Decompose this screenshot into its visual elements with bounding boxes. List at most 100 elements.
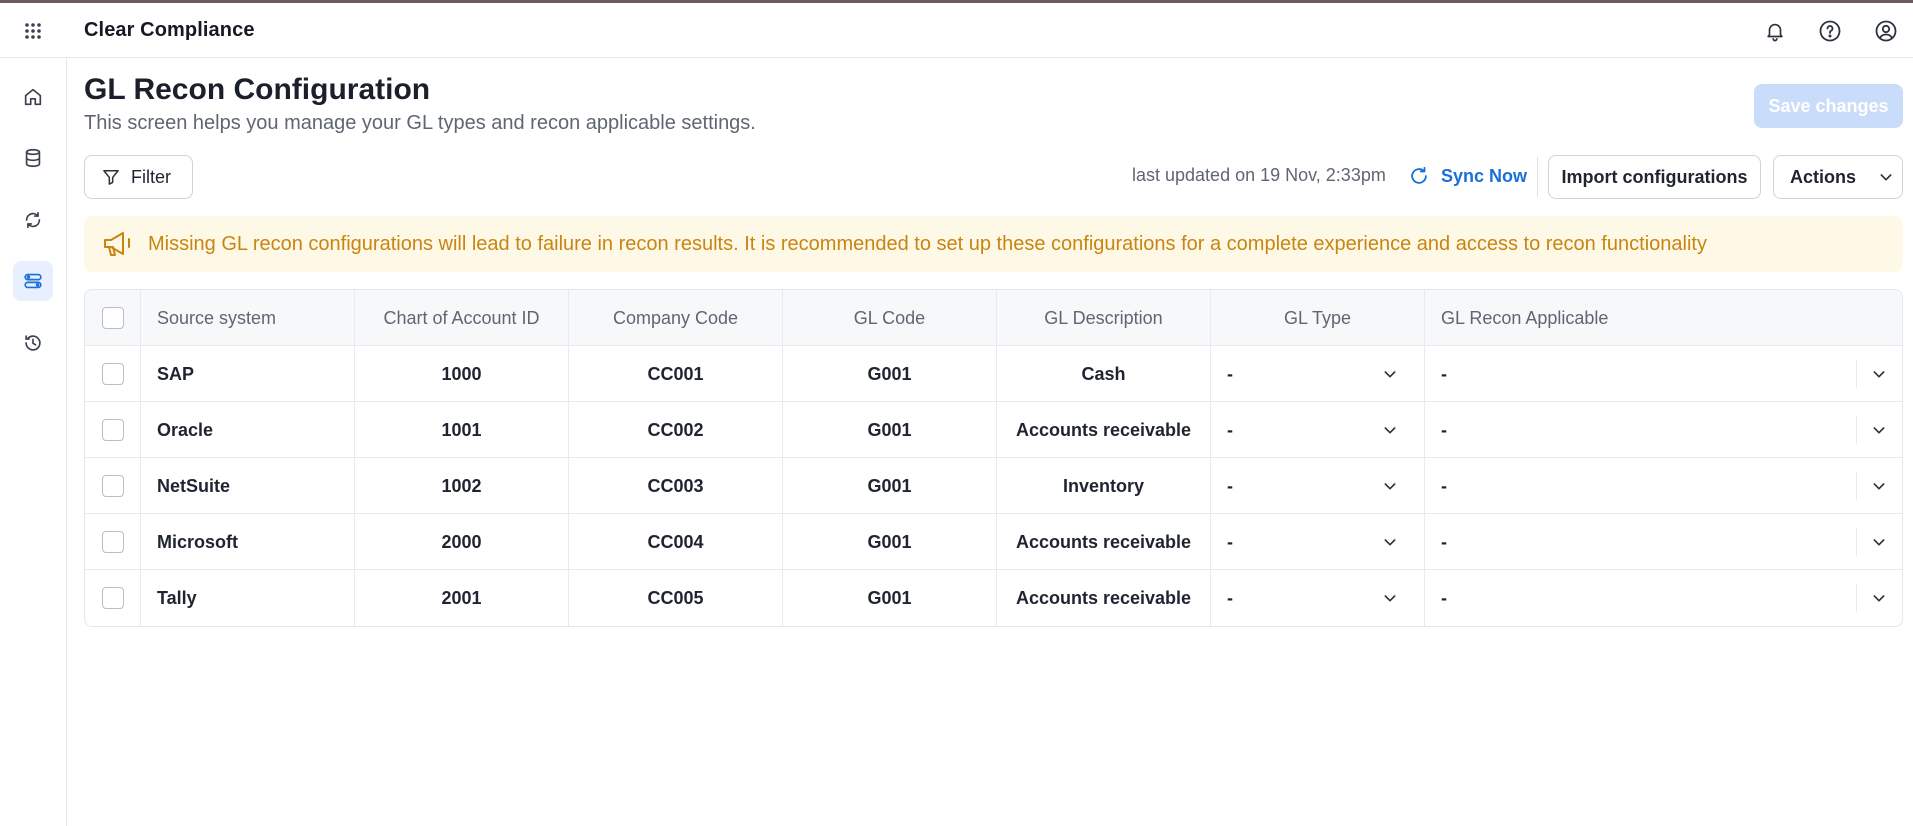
gl-recon-applicable-select[interactable]: - xyxy=(1425,570,1902,626)
user-icon[interactable] xyxy=(1873,18,1899,44)
gl-type-select[interactable]: - xyxy=(1211,570,1425,626)
table-row: Oracle 1001 CC002 G001 Accounts receivable - - xyxy=(85,402,1902,458)
gl-type-select[interactable]: - xyxy=(1211,402,1425,458)
table-row: Tally 2001 CC005 G001 Accounts receivable - - xyxy=(85,570,1902,626)
bell-icon[interactable] xyxy=(1762,18,1788,44)
gl-code-cell: G001 xyxy=(783,458,997,514)
gl-type-select[interactable]: - xyxy=(1211,514,1425,570)
row-checkbox[interactable] xyxy=(101,531,124,553)
source-system-cell: Oracle xyxy=(141,402,355,458)
sync-now-label: Sync Now xyxy=(1441,165,1528,186)
source-system-cell: Tally xyxy=(141,570,355,626)
database-icon xyxy=(25,148,41,168)
chevron-down-icon xyxy=(1868,419,1890,441)
gl-code-cell: G001 xyxy=(783,346,997,402)
megaphone-icon xyxy=(104,232,130,256)
gl-recon-value: - xyxy=(1441,419,1447,440)
source-system-cell: Microsoft xyxy=(141,514,355,570)
filter-label: Filter xyxy=(131,166,171,187)
gl-description-cell: Inventory xyxy=(997,458,1211,514)
banner-message: Missing GL recon configurations will lea… xyxy=(148,232,1707,255)
column-header-gl-recon-applicable[interactable]: GL Recon Applicable xyxy=(1425,290,1902,346)
gl-recon-applicable-select[interactable]: - xyxy=(1425,514,1902,570)
chevron-down-icon xyxy=(1379,475,1401,497)
save-changes-button[interactable]: Save changes xyxy=(1754,84,1903,128)
apps-grid-icon[interactable] xyxy=(22,20,44,42)
actions-dropdown[interactable]: Actions xyxy=(1773,155,1903,199)
settings-list-icon xyxy=(24,273,42,289)
chevron-down-icon xyxy=(1868,363,1890,385)
row-select-cell xyxy=(85,458,141,514)
column-header-gl-code[interactable]: GL Code xyxy=(783,290,997,346)
gl-description-cell: Accounts receivable xyxy=(997,514,1211,570)
select-divider xyxy=(1856,416,1857,444)
gl-code-cell: G001 xyxy=(783,514,997,570)
chevron-down-icon xyxy=(1880,174,1892,181)
gl-type-value: - xyxy=(1227,531,1233,552)
company-code-cell: CC001 xyxy=(569,346,783,402)
row-checkbox[interactable] xyxy=(101,363,124,385)
column-header-source-system[interactable]: Source system xyxy=(141,290,355,346)
chevron-down-icon xyxy=(1379,587,1401,609)
select-all-checkbox[interactable] xyxy=(101,307,124,329)
gl-type-value: - xyxy=(1227,363,1233,384)
gl-type-select[interactable]: - xyxy=(1211,458,1425,514)
toolbar-divider xyxy=(1537,157,1538,197)
actions-label: Actions xyxy=(1790,166,1857,187)
select-all-cell xyxy=(85,290,141,346)
sidebar-item-data[interactable] xyxy=(13,138,53,178)
gl-description-cell: Accounts receivable xyxy=(997,402,1211,458)
table-header-row: Source system Chart of Account ID Compan… xyxy=(85,290,1902,346)
refresh-icon xyxy=(1411,166,1427,184)
column-header-coa-id[interactable]: Chart of Account ID xyxy=(355,290,569,346)
select-divider xyxy=(1856,472,1857,500)
sidebar-item-home[interactable] xyxy=(13,77,53,117)
select-divider xyxy=(1856,584,1857,612)
page-title: GL Recon Configuration xyxy=(84,73,431,106)
gl-type-select[interactable]: - xyxy=(1211,346,1425,402)
top-bar: Clear Compliance xyxy=(0,3,1913,58)
gl-recon-value: - xyxy=(1441,363,1447,384)
gl-code-cell: G001 xyxy=(783,570,997,626)
source-system-cell: NetSuite xyxy=(141,458,355,514)
gl-recon-applicable-select[interactable]: - xyxy=(1425,346,1902,402)
gl-description-cell: Cash xyxy=(997,346,1211,402)
company-code-cell: CC002 xyxy=(569,402,783,458)
filter-button[interactable]: Filter xyxy=(84,155,193,199)
import-configurations-button[interactable]: Import configurations xyxy=(1548,155,1761,199)
gl-code-cell: G001 xyxy=(783,402,997,458)
chevron-down-icon xyxy=(1868,475,1890,497)
coa-id-cell: 1002 xyxy=(355,458,569,514)
coa-id-cell: 1001 xyxy=(355,402,569,458)
select-divider xyxy=(1856,360,1857,388)
sidebar xyxy=(0,58,67,826)
chevron-down-icon xyxy=(1868,587,1890,609)
coa-id-cell: 2001 xyxy=(355,570,569,626)
column-header-gl-type[interactable]: GL Type xyxy=(1211,290,1425,346)
sidebar-item-sync[interactable] xyxy=(13,200,53,240)
row-checkbox[interactable] xyxy=(101,475,124,497)
company-code-cell: CC005 xyxy=(569,570,783,626)
gl-type-value: - xyxy=(1227,475,1233,496)
help-icon[interactable] xyxy=(1817,18,1843,44)
sidebar-item-history[interactable] xyxy=(13,323,53,363)
column-header-company-code[interactable]: Company Code xyxy=(569,290,783,346)
sidebar-item-config[interactable] xyxy=(13,261,53,301)
gl-recon-value: - xyxy=(1441,531,1447,552)
column-header-gl-description[interactable]: GL Description xyxy=(997,290,1211,346)
source-system-cell: SAP xyxy=(141,346,355,402)
row-select-cell xyxy=(85,570,141,626)
page-subtitle: This screen helps you manage your GL typ… xyxy=(84,112,756,134)
row-checkbox[interactable] xyxy=(101,419,124,441)
gl-recon-applicable-select[interactable]: - xyxy=(1425,402,1902,458)
gl-recon-applicable-select[interactable]: - xyxy=(1425,458,1902,514)
gl-config-table: Source system Chart of Account ID Compan… xyxy=(84,289,1903,627)
gl-type-value: - xyxy=(1227,419,1233,440)
row-checkbox[interactable] xyxy=(101,587,124,609)
coa-id-cell: 2000 xyxy=(355,514,569,570)
select-divider xyxy=(1856,528,1857,556)
home-icon xyxy=(24,88,42,106)
row-select-cell xyxy=(85,346,141,402)
sync-now-button[interactable]: Sync Now xyxy=(1408,162,1527,190)
history-icon xyxy=(25,335,41,351)
